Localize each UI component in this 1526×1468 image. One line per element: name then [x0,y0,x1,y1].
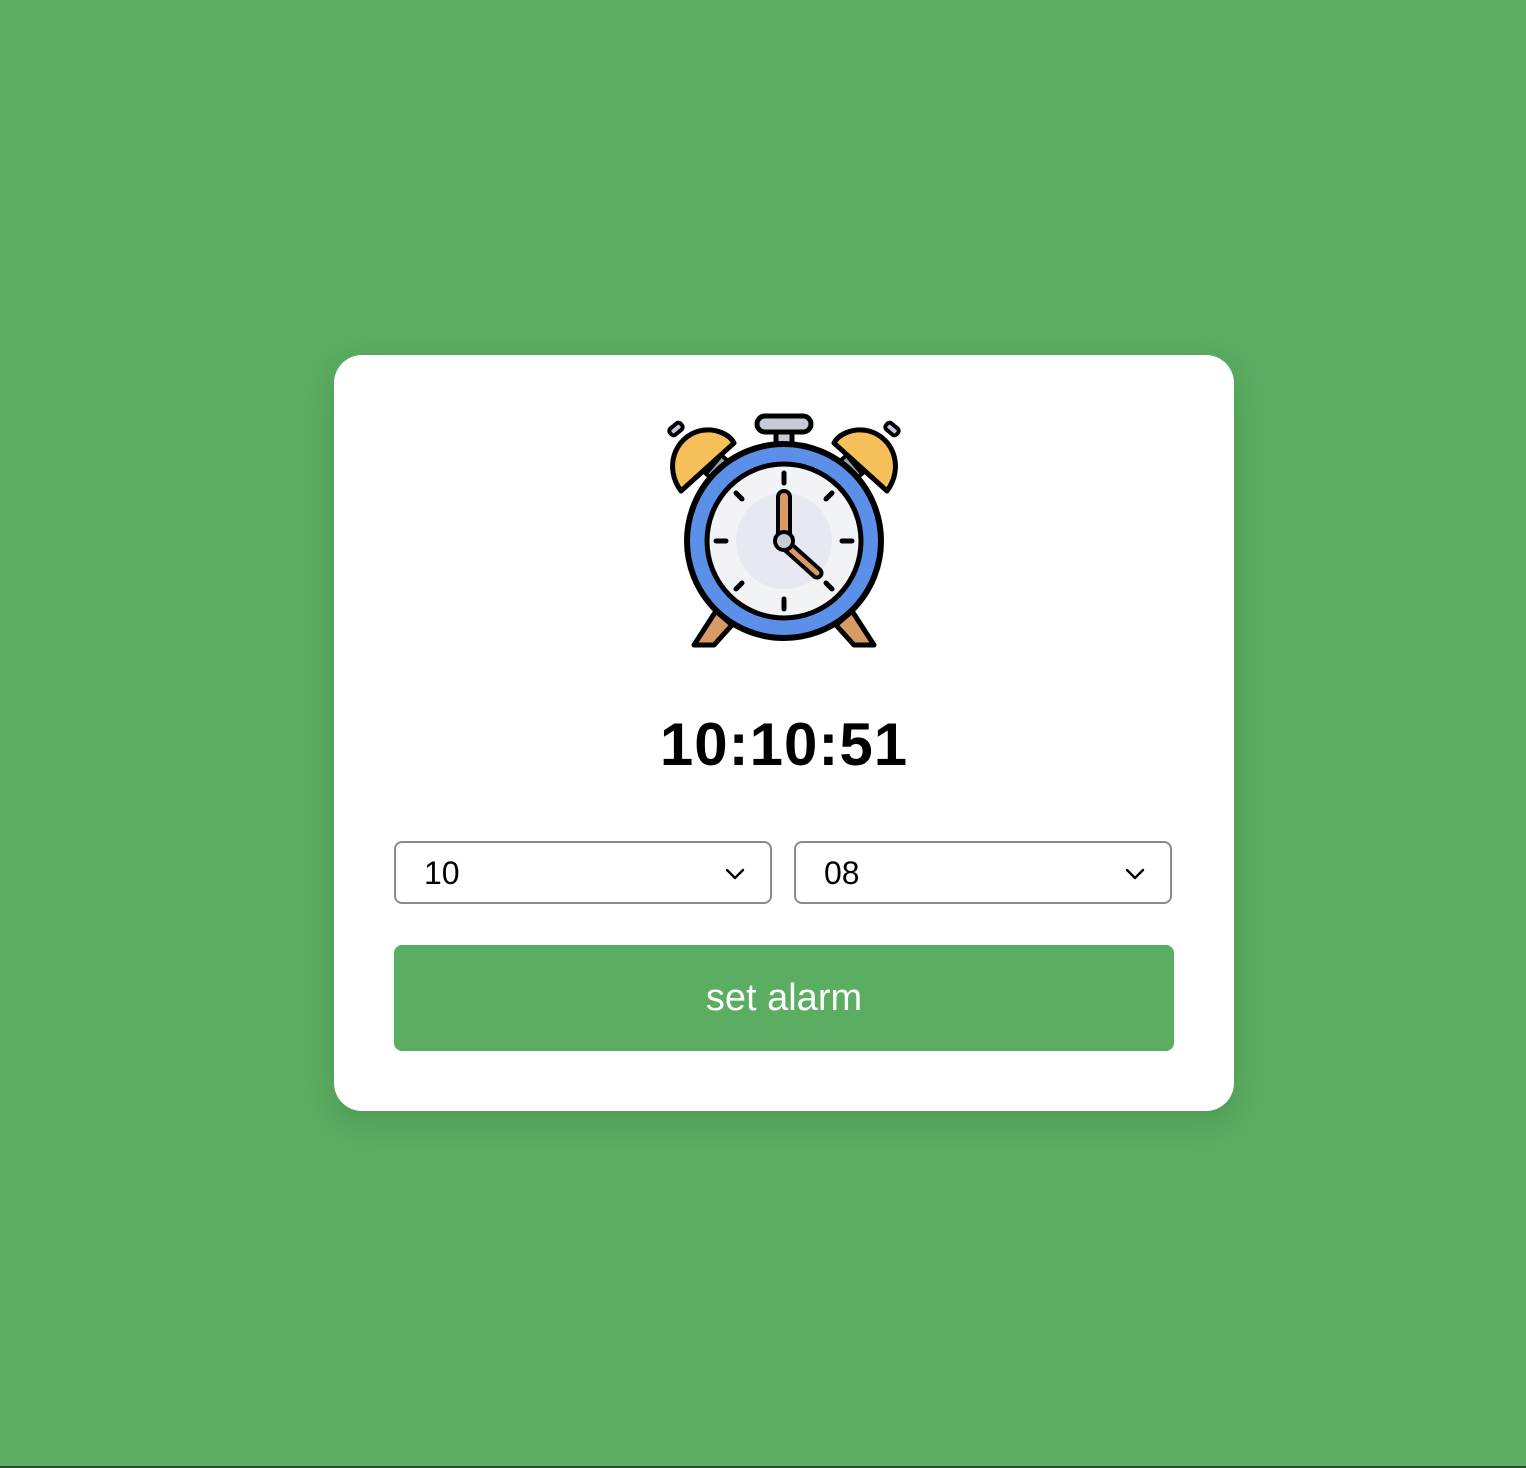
chevron-down-icon [725,868,745,880]
minute-select[interactable]: 08 [794,841,1172,904]
current-time: 10:10:51 [659,711,909,778]
alarm-clock-icon [667,413,901,648]
hour-select-value: 10 [424,855,460,891]
set-alarm-button[interactable]: set alarm [394,945,1174,1051]
alarm-card: 10:10:51 10 08 set alarm [334,355,1234,1111]
minute-select-value: 08 [824,855,860,891]
hour-select[interactable]: 10 [394,841,772,904]
chevron-down-icon [1125,868,1145,880]
